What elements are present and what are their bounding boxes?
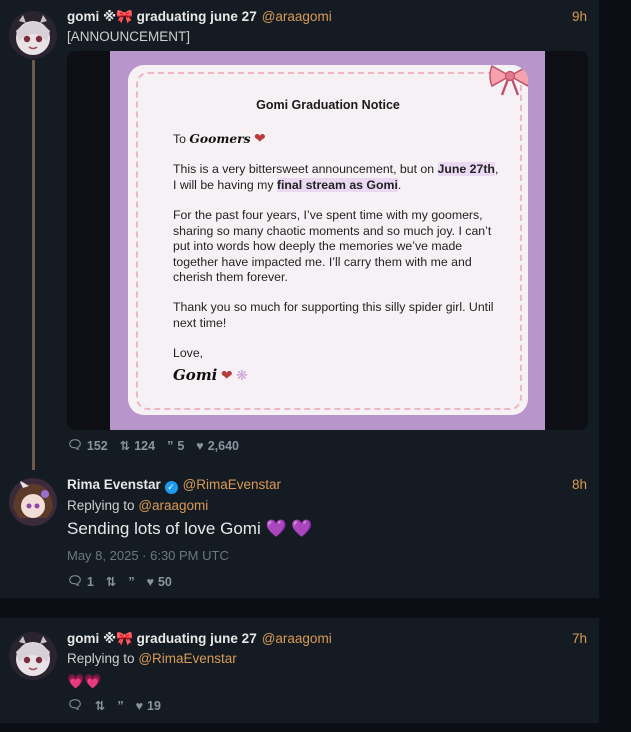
notice-title: Gomi Graduation Notice xyxy=(256,98,400,112)
reply-stat[interactable]: 🗨 152 xyxy=(67,438,108,453)
p1-text-a: This is a very bittersweet announcement,… xyxy=(173,162,435,176)
repost-stat[interactable]: ⇅ 124 xyxy=(119,438,156,454)
repost-count: 124 xyxy=(134,438,156,453)
comment-icon: 🗨 xyxy=(67,698,83,712)
display-name[interactable]: gomi ※🎀 graduating june 27 xyxy=(67,631,257,646)
gomi-avatar-icon xyxy=(9,632,57,680)
like-count: 2,640 xyxy=(207,438,239,453)
reply-stat[interactable]: 🗨 xyxy=(67,698,83,713)
quote-count: 5 xyxy=(177,438,185,453)
post-stats: 🗨 152 ⇅ 124 ” 5 ♥ 2,640 xyxy=(67,438,239,453)
comment-icon: 🗨 xyxy=(67,574,83,588)
post-time[interactable]: 8h xyxy=(572,477,587,492)
reply-count: 152 xyxy=(86,438,108,453)
avatar[interactable] xyxy=(9,11,57,59)
display-name[interactable]: gomi ※🎀 graduating june 27 xyxy=(67,9,257,24)
heart-icon: ♥ xyxy=(146,574,154,589)
heart-icon: ♥ xyxy=(196,438,204,453)
quote-icon: ” xyxy=(167,438,174,453)
heart-icon: ♥ xyxy=(135,698,144,713)
post-text: Sending lots of love Gomi 💜 💜 xyxy=(67,519,313,538)
post-time[interactable]: 9h xyxy=(572,9,587,24)
notice-to: To Goomers ❤ xyxy=(173,130,500,148)
repost-icon: ⇅ xyxy=(119,439,131,453)
post-text: 💗💗 xyxy=(67,673,102,689)
right-gutter xyxy=(599,0,631,732)
post-stats: 🗨 ⇅ ” ♥ 19 xyxy=(67,698,161,713)
replying-to: Replying to @RimaEvenstar xyxy=(67,651,587,666)
notice-paragraph-2: For the past four years, I’ve spent time… xyxy=(173,208,492,284)
avatar[interactable] xyxy=(9,632,57,680)
to-name: Goomers xyxy=(189,131,251,146)
repost-icon: ⇅ xyxy=(94,699,106,713)
section-gap xyxy=(0,598,599,618)
quote-stat[interactable]: ” xyxy=(128,575,134,589)
like-count: 50 xyxy=(157,574,172,589)
reply-count: 1 xyxy=(86,574,94,589)
p1-highlight: final stream as Gomi xyxy=(276,177,398,192)
user-handle[interactable]: @araagomi xyxy=(262,9,332,24)
display-name[interactable]: Rima Evenstar xyxy=(67,477,161,492)
like-stat[interactable]: ♥ 50 xyxy=(147,575,172,589)
quote-icon: ” xyxy=(128,574,135,589)
post-header: Rima Evenstar ✓ @RimaEvenstar 8h xyxy=(67,477,587,494)
comment-icon: 🗨 xyxy=(67,438,83,452)
notice-love: Love, xyxy=(173,346,204,360)
post-time[interactable]: 7h xyxy=(572,631,587,646)
quote-stat[interactable]: ” 5 xyxy=(167,439,184,453)
post-header: gomi ※🎀 graduating june 27 @araagomi 7h xyxy=(67,631,587,647)
quote-icon: ” xyxy=(117,698,124,713)
replying-to: Replying to @araagomi xyxy=(67,498,587,513)
user-handle[interactable]: @RimaEvenstar xyxy=(183,477,281,492)
heart-icon: ❤ xyxy=(220,367,233,383)
heart-icon: ❤ xyxy=(254,130,266,146)
thread-panel: gomi ※🎀 graduating june 27 @araagomi 9h [… xyxy=(0,0,599,598)
spider-icon: ❋ xyxy=(235,367,248,383)
thread-line xyxy=(32,60,35,470)
like-count: 19 xyxy=(147,698,161,713)
notice-paragraph-3: Thank you so much for supporting this si… xyxy=(173,300,494,330)
like-stat[interactable]: ♥ 2,640 xyxy=(196,439,239,453)
to-label: To xyxy=(173,132,186,146)
post-image[interactable]: Gomi Graduation Notice To Goomers ❤ This… xyxy=(67,51,588,430)
user-handle[interactable]: @araagomi xyxy=(262,631,332,646)
bow-icon xyxy=(489,65,528,96)
graduation-notice: Gomi Graduation Notice To Goomers ❤ This… xyxy=(110,51,545,430)
quote-stat[interactable]: ” xyxy=(117,699,123,713)
reply-panel: gomi ※🎀 graduating june 27 @araagomi 7h R… xyxy=(0,618,599,723)
like-stat[interactable]: ♥ 19 xyxy=(136,699,161,713)
p1-text-c: . xyxy=(397,177,402,192)
replying-to-link[interactable]: @araagomi xyxy=(138,498,208,513)
replying-label: Replying to xyxy=(67,651,135,666)
avatar[interactable] xyxy=(9,478,57,526)
notice-card: Gomi Graduation Notice To Goomers ❤ This… xyxy=(128,65,528,415)
reply-stat[interactable]: 🗨 1 xyxy=(67,574,94,589)
post-text: [ANNOUNCEMENT] xyxy=(67,29,191,44)
rima-avatar-icon xyxy=(9,478,57,526)
replying-label: Replying to xyxy=(67,498,135,513)
repost-stat[interactable]: ⇅ xyxy=(106,574,116,589)
replying-to-link[interactable]: @RimaEvenstar xyxy=(138,651,236,666)
gomi-avatar-icon xyxy=(9,11,57,59)
repost-stat[interactable]: ⇅ xyxy=(95,698,105,713)
post-date[interactable]: May 8, 2025 · 6:30 PM UTC xyxy=(67,548,587,563)
post-header: gomi ※🎀 graduating june 27 @araagomi 9h xyxy=(67,9,587,25)
verified-badge-icon: ✓ xyxy=(164,481,178,494)
post-stats: 🗨 1 ⇅ ” ♥ 50 xyxy=(67,574,172,589)
signature: Gomi xyxy=(173,366,218,384)
p1-date: June 27th xyxy=(437,162,495,176)
notice-signature: Gomi ❤ ❋ xyxy=(173,366,500,385)
repost-icon: ⇅ xyxy=(105,575,117,589)
notice-paragraph-1: This is a very bittersweet announcement,… xyxy=(173,162,500,193)
